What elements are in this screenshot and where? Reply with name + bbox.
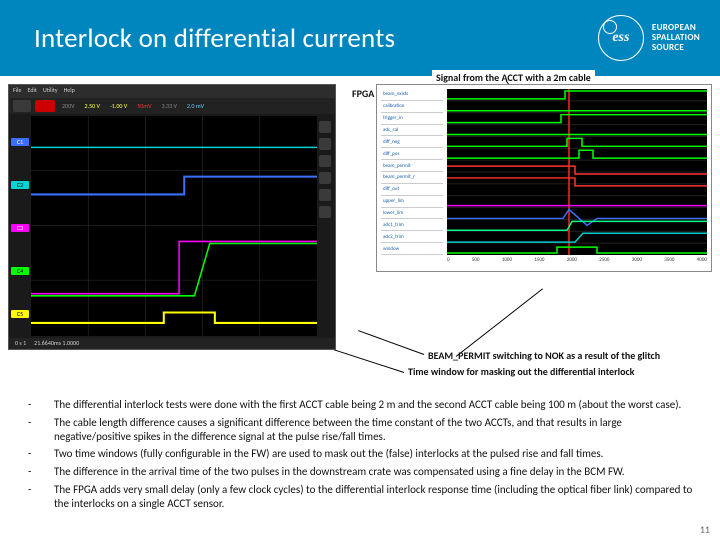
- side-button[interactable]: [319, 121, 331, 133]
- scope-plot: [31, 116, 317, 336]
- list-item: adc_cal: [381, 125, 443, 137]
- leader-line: [358, 330, 424, 355]
- list-item: beam_permit: [381, 160, 443, 172]
- list-item: trigger_in: [381, 113, 443, 125]
- chipscope-signal-list: beam_exists calibration trigger_in adc_c…: [381, 89, 443, 255]
- stop-button[interactable]: [35, 100, 55, 112]
- list-item: upper_lim: [381, 196, 443, 208]
- oscilloscope-screenshot: File Edit Utility Help 200V 2.50 V -1.00…: [8, 84, 336, 350]
- list-item: calibration: [381, 101, 443, 113]
- scope-menubar: File Edit Utility Help: [9, 85, 335, 98]
- scope-v2: 2.50 V: [82, 101, 103, 111]
- list-item: diff_pos: [381, 148, 443, 160]
- scope-v7: 2.0 mV: [184, 101, 207, 111]
- header: Interlock on differential currents ess E…: [0, 0, 720, 76]
- list-item: beam_permit_r: [381, 172, 443, 184]
- list-item: -The FPGA adds very small delay (only a …: [28, 483, 700, 511]
- callout-beam-permit: BEAM_PERMIT switching to NOK as a result…: [424, 348, 664, 363]
- side-button[interactable]: [319, 172, 331, 184]
- page-title: Interlock on differential currents: [34, 22, 598, 55]
- scope-v3: -1.00 V: [107, 101, 130, 111]
- leader-line: [456, 288, 543, 357]
- chipscope-svg: [447, 89, 707, 255]
- figure-area: Signal from the ACCT with a 2m cable FPG…: [0, 76, 720, 374]
- list-item: adc1_trim: [381, 219, 443, 231]
- list-item: diff_neg: [381, 136, 443, 148]
- scope-v6: 3.33 V: [158, 101, 179, 111]
- logo-icon: ess: [598, 15, 644, 61]
- scope-side-buttons: [319, 121, 333, 335]
- bullet-list: -The differential interlock tests were d…: [28, 398, 700, 514]
- scope-toolbar: 200V 2.50 V -1.00 V 50mV 3.33 V 2.0 mV: [9, 98, 335, 115]
- side-button[interactable]: [319, 206, 331, 218]
- list-item: lower_lim: [381, 208, 443, 220]
- side-button[interactable]: [319, 155, 331, 167]
- scope-svg: [31, 116, 317, 336]
- scope-channel-tags: C1 C2 C3 C4 C5: [11, 121, 29, 335]
- side-button[interactable]: [319, 189, 331, 201]
- list-item: -The cable length difference causes a si…: [28, 416, 700, 444]
- callout-time-window: Time window for masking out the differen…: [404, 364, 638, 379]
- list-item: -The differential interlock tests were d…: [28, 398, 700, 412]
- list-item: adc2_trim: [381, 231, 443, 243]
- logo: ess EUROPEAN SPALLATION SOURCE: [598, 15, 700, 61]
- page-number: 11: [700, 523, 710, 536]
- chipscope-plot: [447, 89, 707, 255]
- chipscope-xaxis: 0 500 1000 1500 2000 2500 3000 3500 4000: [447, 257, 707, 269]
- scope-footer: 0 s 1 21.6640ms 1.0000: [9, 338, 335, 349]
- scope-v4: 50mV: [134, 101, 154, 111]
- list-item: window: [381, 243, 443, 255]
- logo-text: EUROPEAN SPALLATION SOURCE: [652, 23, 700, 53]
- side-button[interactable]: [319, 138, 331, 150]
- list-item: diff_out: [381, 184, 443, 196]
- play-icon[interactable]: [13, 100, 31, 112]
- callout-signal-2m: Signal from the ACCT with a 2m cable: [432, 70, 595, 85]
- chipscope-screenshot: beam_exists calibration trigger_in adc_c…: [376, 84, 712, 272]
- list-item: -Two time windows (fully configurable in…: [28, 447, 700, 461]
- list-item: beam_exists: [381, 89, 443, 101]
- scope-v1: 200V: [59, 101, 78, 111]
- list-item: -The difference in the arrival time of t…: [28, 465, 700, 479]
